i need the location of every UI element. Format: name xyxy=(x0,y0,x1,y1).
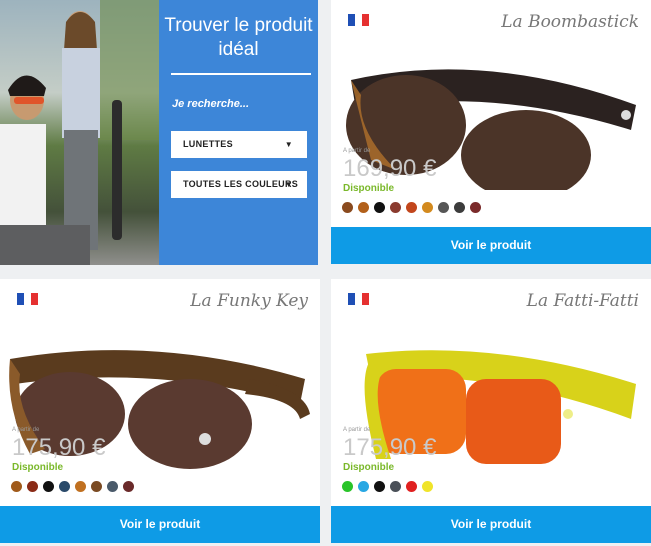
color-swatch[interactable] xyxy=(43,481,54,492)
color-swatch[interactable] xyxy=(374,202,385,213)
view-product-button[interactable]: Voir le produit xyxy=(331,227,651,264)
divider xyxy=(171,73,311,75)
hero-illustration xyxy=(0,0,159,265)
color-swatch[interactable] xyxy=(27,481,38,492)
color-swatch[interactable] xyxy=(454,202,465,213)
product-brand: La Funky Key xyxy=(190,291,308,311)
color-swatch[interactable] xyxy=(406,202,417,213)
product-brand: La Fatti-Fatti xyxy=(526,291,639,311)
color-swatch[interactable] xyxy=(75,481,86,492)
color-swatch[interactable] xyxy=(107,481,118,492)
color-select[interactable]: TOUTES LES COULEURS ▼ xyxy=(171,171,307,198)
product-price: 175,90 € xyxy=(12,434,106,461)
color-value: TOUTES LES COULEURS xyxy=(183,179,299,189)
price-from-label: A partir de xyxy=(343,148,371,154)
price-from-label: A partir de xyxy=(12,427,40,433)
product-price: 175,90 € xyxy=(343,434,437,461)
color-swatch[interactable] xyxy=(406,481,417,492)
fr-flag-icon xyxy=(348,293,369,305)
color-swatch[interactable] xyxy=(390,481,401,492)
finder-title-text: Trouver le produit idéal xyxy=(164,15,313,60)
chevron-down-icon: ▼ xyxy=(284,180,293,189)
color-swatch[interactable] xyxy=(91,481,102,492)
finder-title: Trouver le produit idéal xyxy=(159,14,318,62)
view-product-button[interactable]: Voir le produit xyxy=(0,506,320,543)
hero-photo xyxy=(0,0,159,265)
color-swatch[interactable] xyxy=(59,481,70,492)
product-type-select[interactable]: LUNETTES ▼ xyxy=(171,131,307,158)
color-swatch[interactable] xyxy=(123,481,134,492)
finder-subtitle: Je recherche... xyxy=(172,98,250,110)
color-swatch[interactable] xyxy=(374,481,385,492)
price-from-label: A partir de xyxy=(343,427,371,433)
color-swatches xyxy=(342,481,433,492)
product-type-value: LUNETTES xyxy=(183,139,233,149)
product-price: 169,90 € xyxy=(343,155,437,182)
color-swatch[interactable] xyxy=(11,481,22,492)
availability-status: Disponible xyxy=(12,462,64,473)
color-swatches xyxy=(342,202,481,213)
product-card[interactable]: La Funky Key A partir de 175,90 € Dispon… xyxy=(0,279,320,543)
product-card[interactable]: La Fatti-Fatti A partir de 175,90 € Disp… xyxy=(331,279,651,543)
color-swatch[interactable] xyxy=(422,481,433,492)
color-swatch[interactable] xyxy=(422,202,433,213)
product-card[interactable]: La Boombastick A partir de 169,90 € Disp… xyxy=(331,0,651,264)
fr-flag-icon xyxy=(348,14,369,26)
color-swatch[interactable] xyxy=(470,202,481,213)
fr-flag-icon xyxy=(17,293,38,305)
availability-status: Disponible xyxy=(343,183,395,194)
color-swatches xyxy=(11,481,134,492)
color-swatch[interactable] xyxy=(358,481,369,492)
color-swatch[interactable] xyxy=(390,202,401,213)
color-swatch[interactable] xyxy=(342,202,353,213)
color-swatch[interactable] xyxy=(358,202,369,213)
availability-status: Disponible xyxy=(343,462,395,473)
product-finder-panel: Trouver le produit idéal Je recherche...… xyxy=(159,0,318,265)
color-swatch[interactable] xyxy=(342,481,353,492)
view-product-button[interactable]: Voir le produit xyxy=(331,506,651,543)
product-brand: La Boombastick xyxy=(501,12,639,32)
chevron-down-icon: ▼ xyxy=(284,140,293,149)
color-swatch[interactable] xyxy=(438,202,449,213)
